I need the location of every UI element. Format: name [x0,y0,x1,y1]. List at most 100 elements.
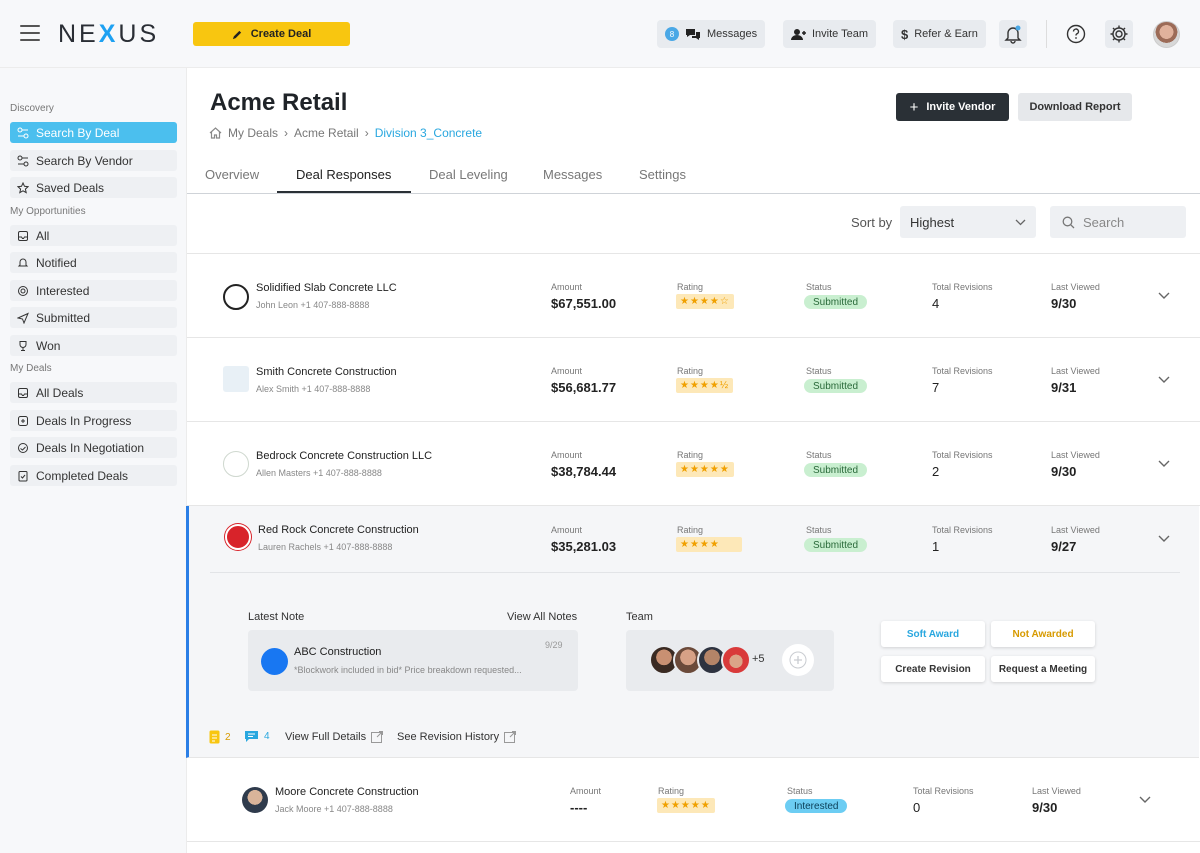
sidebar-item-saved-deals[interactable]: Saved Deals [10,177,177,198]
amount-value: $35,281.03 [551,539,617,554]
status-label: Status [787,786,813,796]
add-team-member-button[interactable] [782,644,814,676]
breadcrumb-my-deals[interactable]: My Deals [228,126,278,140]
settings-button[interactable] [1105,20,1133,48]
chevron-down-icon[interactable] [1139,796,1151,804]
refer-earn-label: Refer & Earn [914,28,978,40]
sidebar-section-discovery: Discovery [10,103,54,114]
revisions-value: 7 [932,380,940,395]
inbox-icon [18,230,28,241]
team-member-avatar[interactable] [721,645,751,675]
see-revision-history-link[interactable]: See Revision History [397,731,517,743]
status-badge: Interested [785,799,848,813]
sidebar-item-all-deals[interactable]: All Deals [10,382,177,403]
sort-value: Highest [910,214,955,230]
chevron-down-icon[interactable] [1158,535,1170,543]
documents-count-value: 2 [225,731,231,743]
notifications-button[interactable] [999,20,1027,48]
invite-team-button[interactable]: Invite Team [783,20,877,48]
team-more-count[interactable]: +5 [752,653,765,665]
view-full-details-link[interactable]: View Full Details [285,731,384,743]
sidebar-item-submitted[interactable]: Submitted [10,307,177,328]
viewed-label: Last Viewed [1032,786,1081,796]
sidebar-item-label: All Deals [36,385,84,400]
rating-label: Rating [658,786,685,796]
rating-stars: ★★★★ [676,537,742,552]
sidebar-item-label: Deals In Negotiation [36,440,145,455]
chevron-down-icon[interactable] [1158,460,1170,468]
sidebar-item-deals-in-progress[interactable]: Deals In Progress [10,410,177,431]
revisions-label: Total Revisions [913,786,974,796]
status-badge: Submitted [804,463,868,477]
not-awarded-button[interactable]: Not Awarded [991,621,1095,647]
progress-icon [18,415,28,426]
revisions-value: 0 [913,800,921,815]
revisions-label: Total Revisions [932,525,993,535]
response-row[interactable]: Bedrock Concrete Construction LLC Allen … [187,422,1200,506]
create-deal-label: Create Deal [250,28,312,40]
sidebar-item-interested[interactable]: Interested [10,280,177,301]
response-row[interactable]: Moore Concrete Construction Jack Moore +… [187,758,1200,842]
revisions-label: Total Revisions [932,282,993,292]
revisions-value: 4 [932,296,940,311]
tab-deal-leveling[interactable]: Deal Leveling [429,167,508,182]
tab-deal-responses[interactable]: Deal Responses [296,167,391,182]
star-icon [17,181,29,194]
sidebar-item-all[interactable]: All [10,225,177,246]
chat-icon [686,28,700,40]
chevron-right-icon: › [364,126,369,140]
user-avatar[interactable] [1153,21,1180,48]
divider [1046,20,1047,48]
sidebar-item-search-by-vendor[interactable]: Search By Vendor [10,150,177,171]
active-tab-indicator [277,191,411,193]
documents-count[interactable]: 2 [209,730,231,744]
menu-icon[interactable] [20,25,40,41]
sort-bar [187,194,1200,254]
help-button[interactable] [1062,20,1090,48]
breadcrumb-division[interactable]: Division 3_Concrete [375,126,482,140]
note-date: 9/29 [545,640,563,650]
target-icon [18,285,28,296]
plus-icon: + [909,98,919,116]
response-row[interactable]: Smith Concrete Construction Alex Smith +… [187,338,1200,422]
latest-note-heading: Latest Note [248,611,305,623]
note-text: *Blockwork included in bid* Price breakd… [294,665,522,675]
status-badge: Submitted [804,538,868,552]
amount-label: Amount [570,786,602,796]
sidebar-item-notified[interactable]: Notified [10,252,177,273]
create-deal-button[interactable]: Create Deal [193,22,350,46]
sidebar-item-won[interactable]: Won [10,335,177,356]
viewed-label: Last Viewed [1051,450,1100,460]
refer-earn-button[interactable]: $ Refer & Earn [893,20,986,48]
chevron-down-icon[interactable] [1158,292,1170,300]
download-report-button[interactable]: Download Report [1018,93,1132,121]
sidebar-item-completed-deals[interactable]: Completed Deals [10,465,177,486]
vendor-name: Solidified Slab Concrete LLC [256,282,397,294]
sidebar-item-search-by-deal[interactable]: Search By Deal [10,122,177,143]
messages-count-value: 4 [264,731,270,742]
soft-award-button[interactable]: Soft Award [881,621,985,647]
messages-button[interactable]: 8 Messages [657,20,766,48]
app-logo[interactable]: NEXUS [58,20,159,49]
home-icon[interactable] [209,127,222,139]
chevron-down-icon[interactable] [1158,376,1170,384]
external-link-icon [504,731,517,743]
messages-count[interactable]: 4 [244,730,270,743]
tab-overview[interactable]: Overview [205,167,259,182]
invite-vendor-button[interactable]: + Invite Vendor [896,93,1009,121]
viewed-value: 9/31 [1051,380,1077,395]
request-meeting-button[interactable]: Request a Meeting [991,656,1095,682]
search-input[interactable]: Search [1050,206,1186,238]
sort-select[interactable]: Highest [900,206,1036,238]
chevron-right-icon: › [284,126,289,140]
tab-messages[interactable]: Messages [543,167,602,182]
response-row[interactable]: Solidified Slab Concrete LLC John Leon +… [187,254,1200,338]
tab-settings[interactable]: Settings [639,167,686,182]
sidebar-item-label: Interested [36,283,90,298]
plus-circle-icon [789,651,807,669]
sidebar-item-deals-in-negotiation[interactable]: Deals In Negotiation [10,437,177,458]
breadcrumb-acme-retail[interactable]: Acme Retail [294,126,359,140]
note-card[interactable]: ABC Construction *Blockwork included in … [248,630,578,691]
create-revision-button[interactable]: Create Revision [881,656,985,682]
view-all-notes-link[interactable]: View All Notes [507,611,577,623]
